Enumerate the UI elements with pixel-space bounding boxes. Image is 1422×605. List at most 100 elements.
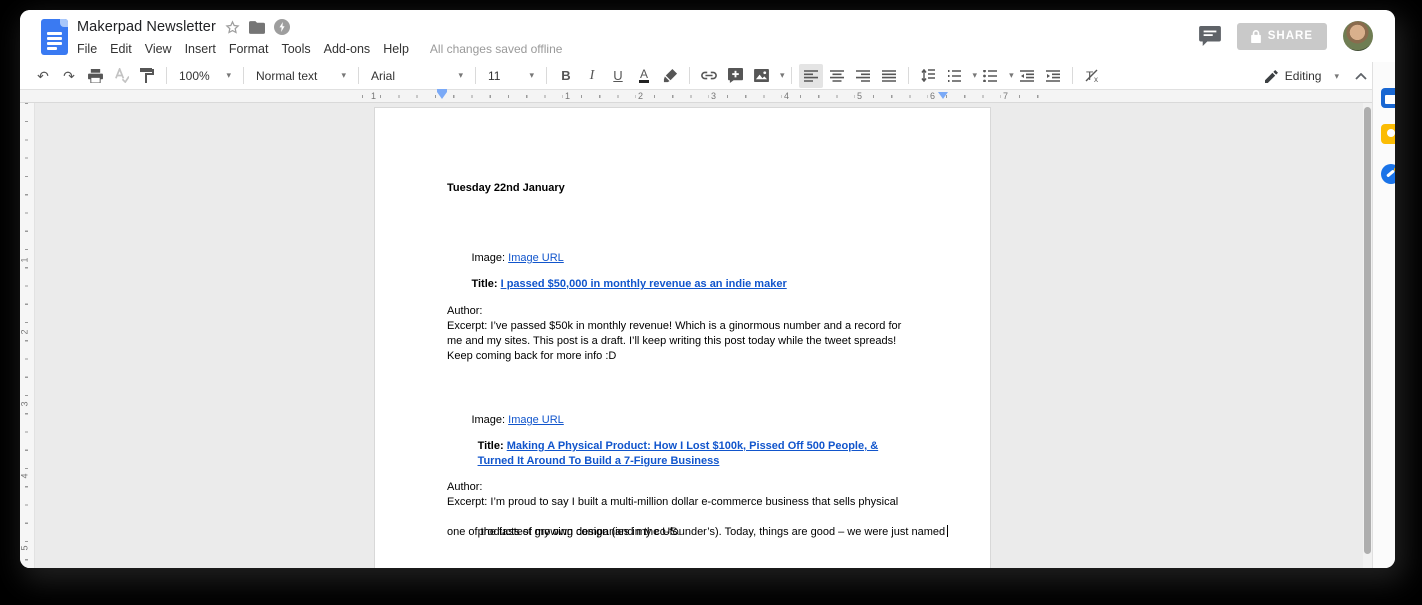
excerpt-line: Keep coming back for more info :D [447, 349, 945, 364]
bold-button[interactable]: B [554, 64, 578, 88]
horizontal-ruler[interactable]: 1 1 2 3 4 5 6 7 [20, 90, 1372, 103]
image-line: Image: Image URL [447, 236, 945, 251]
highlight-color-button[interactable] [658, 64, 682, 88]
line-spacing-button[interactable] [916, 64, 940, 88]
image-icon [754, 69, 769, 82]
move-folder-icon[interactable] [249, 21, 265, 34]
font-size-value: 11 [488, 69, 500, 83]
header: Makerpad Newsletter File Edit View Inser… [20, 10, 1395, 62]
scrollbar-thumb[interactable] [1364, 107, 1371, 554]
document-title[interactable]: Makerpad Newsletter [77, 19, 216, 35]
bulleted-list-icon [983, 70, 997, 82]
highlighter-icon [663, 68, 678, 83]
right-indent-marker[interactable] [938, 92, 948, 99]
redo-button[interactable]: ↷ [57, 64, 81, 88]
align-center-button[interactable] [825, 64, 849, 88]
align-right-button[interactable] [851, 64, 875, 88]
zoom-select[interactable]: 100% ▾ [173, 64, 237, 88]
account-avatar[interactable] [1343, 21, 1373, 51]
menu-insert[interactable]: Insert [185, 40, 224, 58]
text-color-icon: A [639, 68, 649, 83]
comments-icon[interactable] [1199, 26, 1221, 46]
excerpt-line: Excerpt: I’ve passed $50k in monthly rev… [447, 319, 945, 334]
google-docs-window: Makerpad Newsletter File Edit View Inser… [20, 10, 1395, 568]
insert-link-button[interactable] [697, 64, 721, 88]
google-docs-logo-icon[interactable] [41, 19, 68, 55]
menu-bar: File Edit View Insert Format Tools Add-o… [77, 39, 562, 59]
line-spacing-icon [921, 69, 935, 82]
save-status-text: All changes saved offline [430, 42, 563, 56]
chevron-down-icon[interactable]: ▾ [973, 70, 978, 81]
ruler-number: 6 [928, 90, 937, 102]
ruler-number: 1 [20, 256, 31, 263]
font-size-select[interactable]: 11 ▾ [482, 64, 540, 88]
image-url-link[interactable]: Image URL [508, 252, 564, 264]
chevron-down-icon: ▾ [226, 70, 231, 81]
ruler-number: 2 [20, 328, 31, 335]
menu-addons[interactable]: Add-ons [324, 40, 379, 58]
align-right-icon [856, 70, 870, 82]
ruler-number: 4 [20, 472, 31, 479]
underline-button[interactable]: U [606, 64, 630, 88]
ruler-number: 2 [636, 90, 645, 102]
paragraph-style-select[interactable]: Normal text ▾ [250, 64, 352, 88]
image-label: Image: [471, 252, 508, 264]
decrease-indent-button[interactable] [1015, 64, 1039, 88]
menu-file[interactable]: File [77, 40, 105, 58]
menu-view[interactable]: View [145, 40, 180, 58]
ruler-number: 5 [20, 544, 31, 551]
article-title-link[interactable]: Turned It Around To Build a 7-Figure Bus… [478, 455, 720, 467]
document-page[interactable]: Tuesday 22nd January Image: Image URL Ti… [375, 108, 990, 568]
google-keep-icon[interactable] [1381, 124, 1395, 144]
menu-tools[interactable]: Tools [281, 40, 318, 58]
undo-button[interactable]: ↶ [31, 64, 55, 88]
menu-help[interactable]: Help [383, 40, 417, 58]
redo-icon: ↷ [63, 69, 75, 83]
chevron-down-icon[interactable]: ▾ [780, 70, 785, 81]
text-color-button[interactable]: A [632, 64, 656, 88]
increase-indent-button[interactable] [1041, 64, 1065, 88]
numbered-list-icon [947, 70, 961, 82]
paint-roller-icon [140, 68, 154, 83]
article-title-link[interactable]: I passed $50,000 in monthly revenue as a… [501, 278, 787, 290]
numbered-list-button[interactable] [942, 64, 966, 88]
ruler-number: 4 [782, 90, 791, 102]
spelling-check-button[interactable] [109, 64, 133, 88]
offline-status-icon[interactable] [274, 19, 290, 35]
chevron-up-icon [1355, 73, 1367, 80]
paint-format-button[interactable] [135, 64, 159, 88]
bulleted-list-button[interactable] [978, 64, 1002, 88]
collapse-toolbar-button[interactable] [1355, 73, 1367, 80]
vertical-ruler[interactable]: 1 2 3 4 5 [20, 103, 35, 568]
share-button[interactable]: SHARE [1237, 23, 1327, 50]
google-calendar-icon[interactable] [1381, 88, 1395, 108]
undo-icon: ↶ [37, 69, 49, 83]
title-label: Title: [471, 278, 500, 290]
italic-button[interactable]: I [580, 64, 604, 88]
article-title-link[interactable]: Making A Physical Product: How I Lost $1… [507, 440, 878, 452]
star-icon[interactable] [225, 20, 240, 35]
font-family-select[interactable]: Arial ▾ [365, 64, 469, 88]
font-family-value: Arial [371, 69, 395, 83]
chevron-down-icon: ▾ [341, 70, 346, 81]
chevron-down-icon[interactable]: ▾ [1009, 70, 1014, 81]
title-block: Title: Making A Physical Product: How I … [447, 424, 945, 454]
add-comment-button[interactable] [723, 64, 747, 88]
google-tasks-icon[interactable] [1381, 164, 1395, 184]
insert-image-button[interactable] [749, 64, 773, 88]
justify-button[interactable] [877, 64, 901, 88]
chevron-down-icon: ▾ [529, 70, 534, 81]
print-button[interactable] [83, 64, 107, 88]
italic-icon: I [590, 68, 595, 84]
menu-format[interactable]: Format [229, 40, 277, 58]
image-url-link[interactable]: Image URL [508, 414, 564, 426]
menu-edit[interactable]: Edit [110, 40, 140, 58]
print-icon [88, 69, 103, 83]
clear-formatting-button[interactable]: Tx [1080, 64, 1104, 88]
align-left-button[interactable] [799, 64, 823, 88]
excerpt-line: products of my own design (and my co-fou… [447, 510, 945, 525]
mode-select[interactable]: Editing ▾ [1259, 64, 1345, 88]
spellcheck-icon [114, 68, 129, 83]
text-cursor [947, 525, 948, 537]
left-indent-marker[interactable] [437, 92, 447, 99]
